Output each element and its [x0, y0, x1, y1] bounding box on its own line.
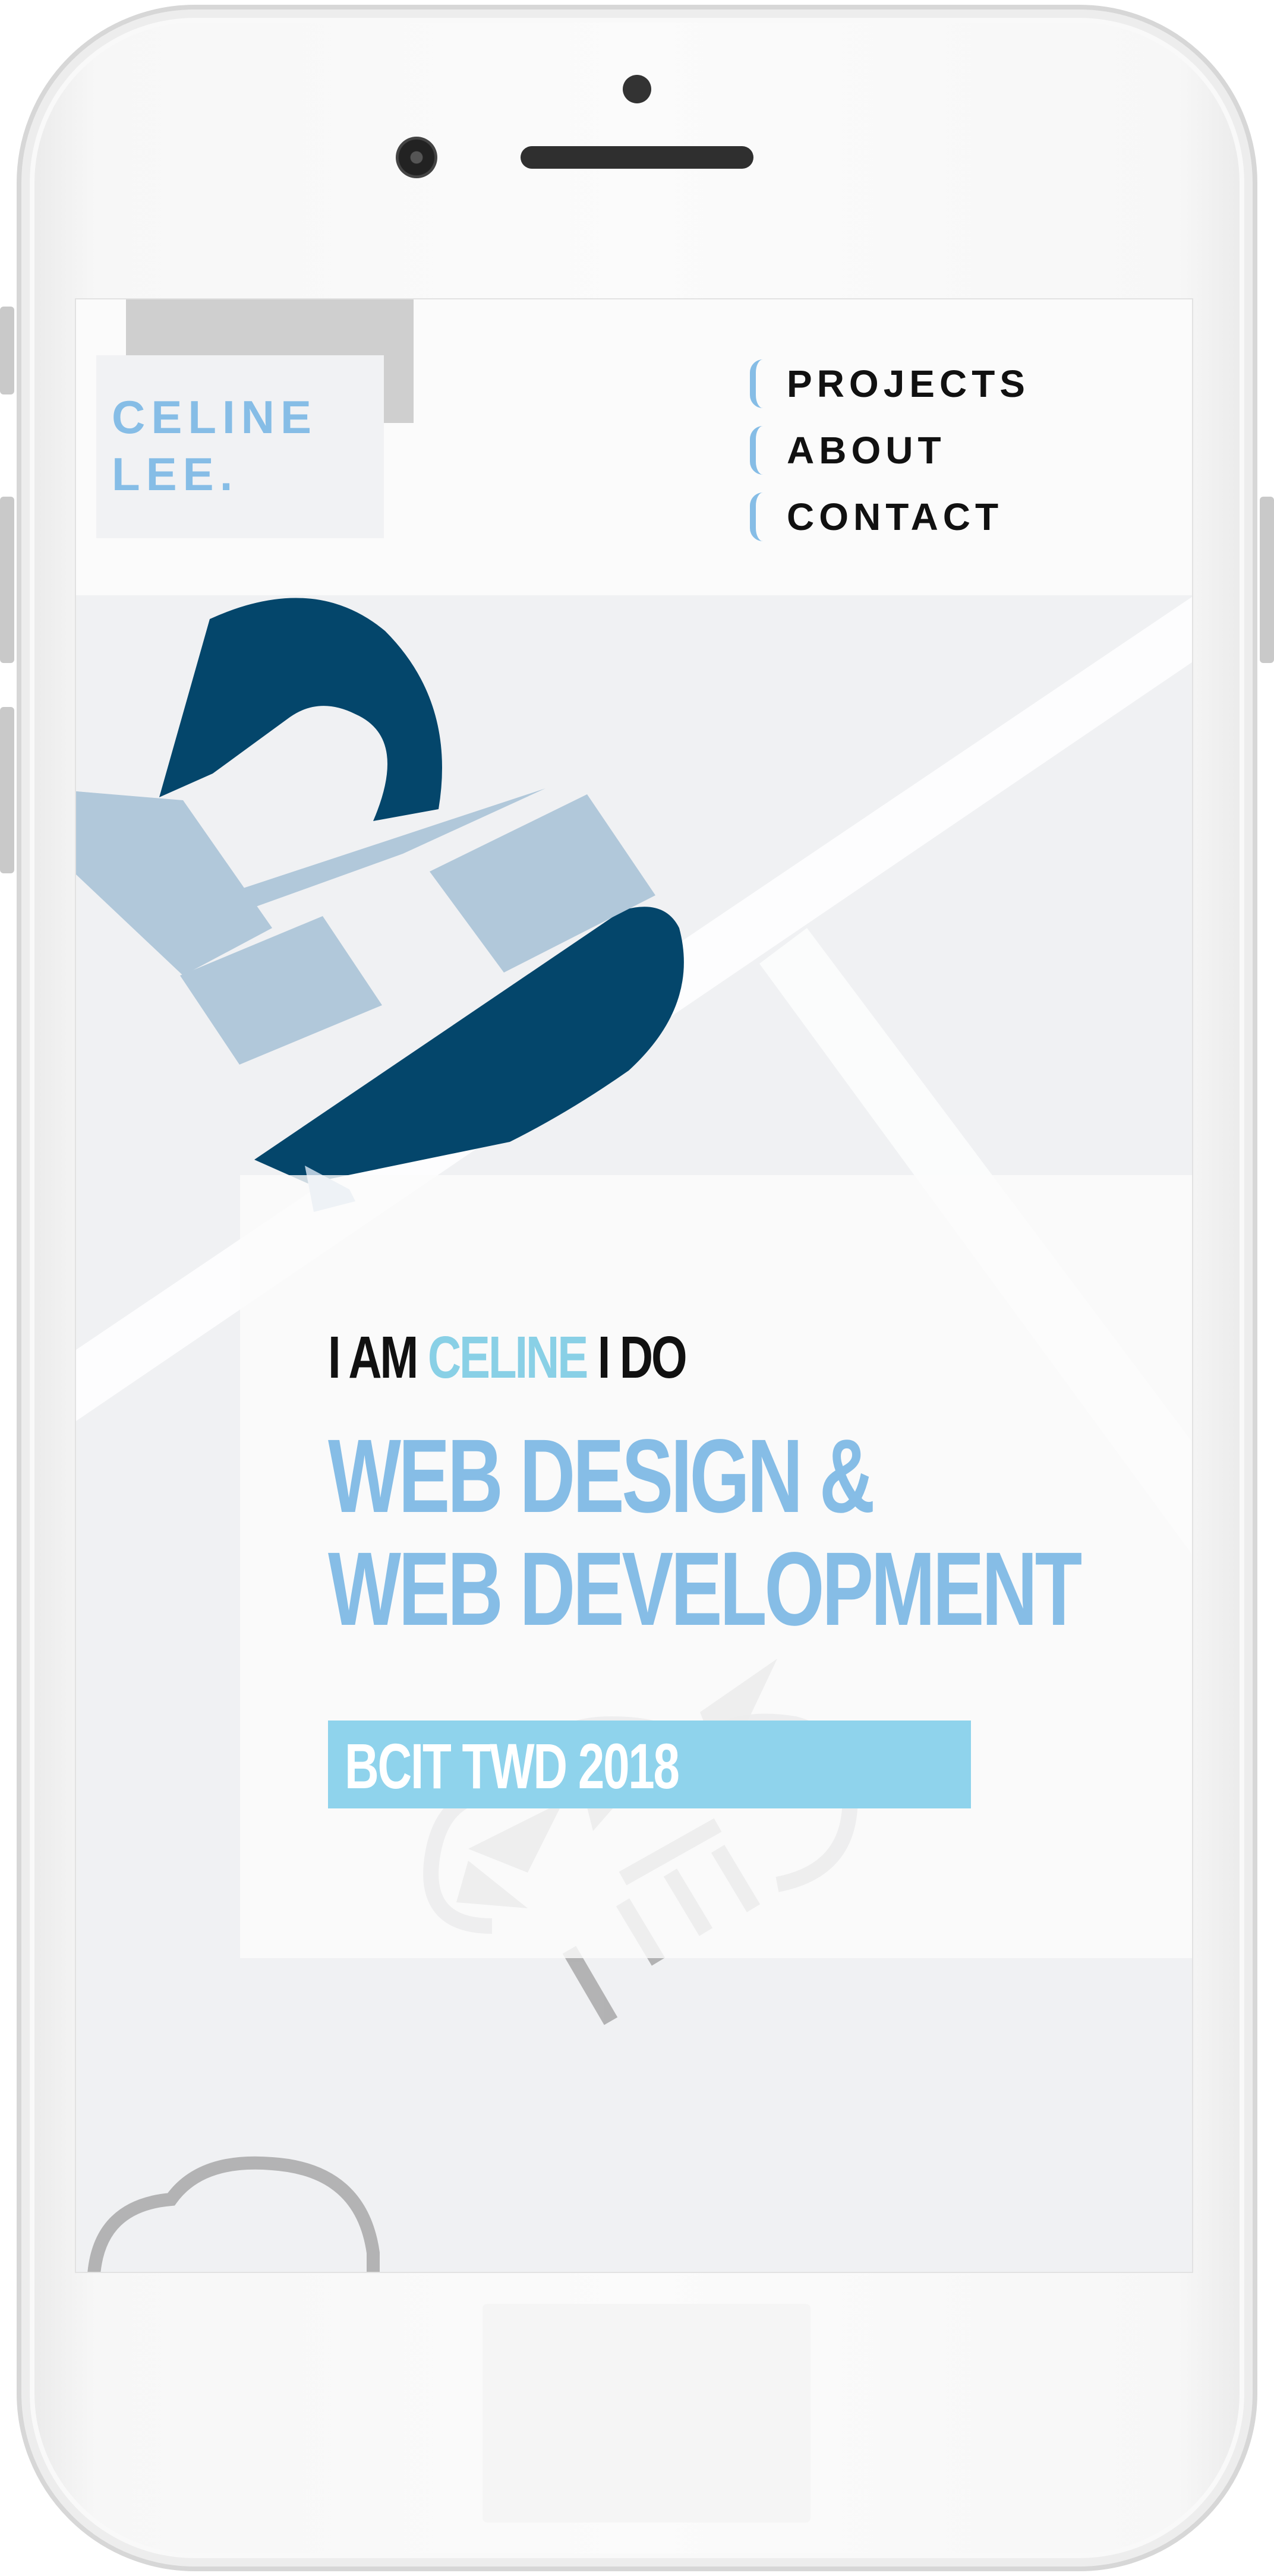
bracket-icon: [750, 359, 763, 408]
program-badge: BCIT TWD 2018: [328, 1721, 971, 1808]
front-camera-icon: [396, 137, 437, 178]
mute-switch: [0, 307, 14, 394]
logo-light-block: [76, 791, 272, 976]
earpiece-speaker: [521, 146, 753, 169]
nav-item-projects[interactable]: PROJECTS: [750, 351, 1030, 417]
logo-line-1: CELINE: [112, 391, 318, 443]
logo-line-2: LEE.: [112, 448, 239, 500]
power-button: [1260, 497, 1274, 663]
phone-screen: CELINE LEE. PROJECTS ABOUT CONTACT: [75, 298, 1193, 2273]
hero-heading: WEB DESIGN & WEB DEVELOPMENT: [328, 1418, 1082, 1647]
bracket-icon: [750, 426, 763, 475]
nav-label: PROJECTS: [787, 362, 1030, 405]
hero-name: CELINE: [427, 1324, 588, 1391]
main-nav: PROJECTS ABOUT CONTACT: [750, 351, 1030, 550]
site-logo[interactable]: CELINE LEE.: [112, 389, 317, 503]
home-button-area: [483, 2304, 811, 2523]
hero-suffix: I DO: [597, 1324, 688, 1391]
nav-item-about[interactable]: ABOUT: [750, 417, 1030, 484]
nav-item-contact[interactable]: CONTACT: [750, 484, 1030, 550]
nav-label: CONTACT: [787, 495, 1004, 538]
hero-intro: I AM CELINE I DO: [328, 1324, 688, 1392]
bracket-icon: [750, 493, 763, 541]
hero-heading-line-1: WEB DESIGN &: [328, 1418, 875, 1535]
volume-down-button: [0, 707, 14, 873]
hero-heading-line-2: WEB DEVELOPMENT: [328, 1531, 1082, 1647]
nav-label: ABOUT: [787, 429, 946, 472]
hero-prefix: I AM: [328, 1324, 418, 1391]
proximity-sensor: [623, 75, 651, 103]
site-header: CELINE LEE. PROJECTS ABOUT CONTACT: [76, 299, 1192, 595]
badge-text: BCIT TWD 2018: [345, 1730, 680, 1802]
cloud-icon: [87, 2156, 380, 2272]
volume-up-button: [0, 497, 14, 663]
logo-dark-arch-top: [159, 598, 442, 821]
